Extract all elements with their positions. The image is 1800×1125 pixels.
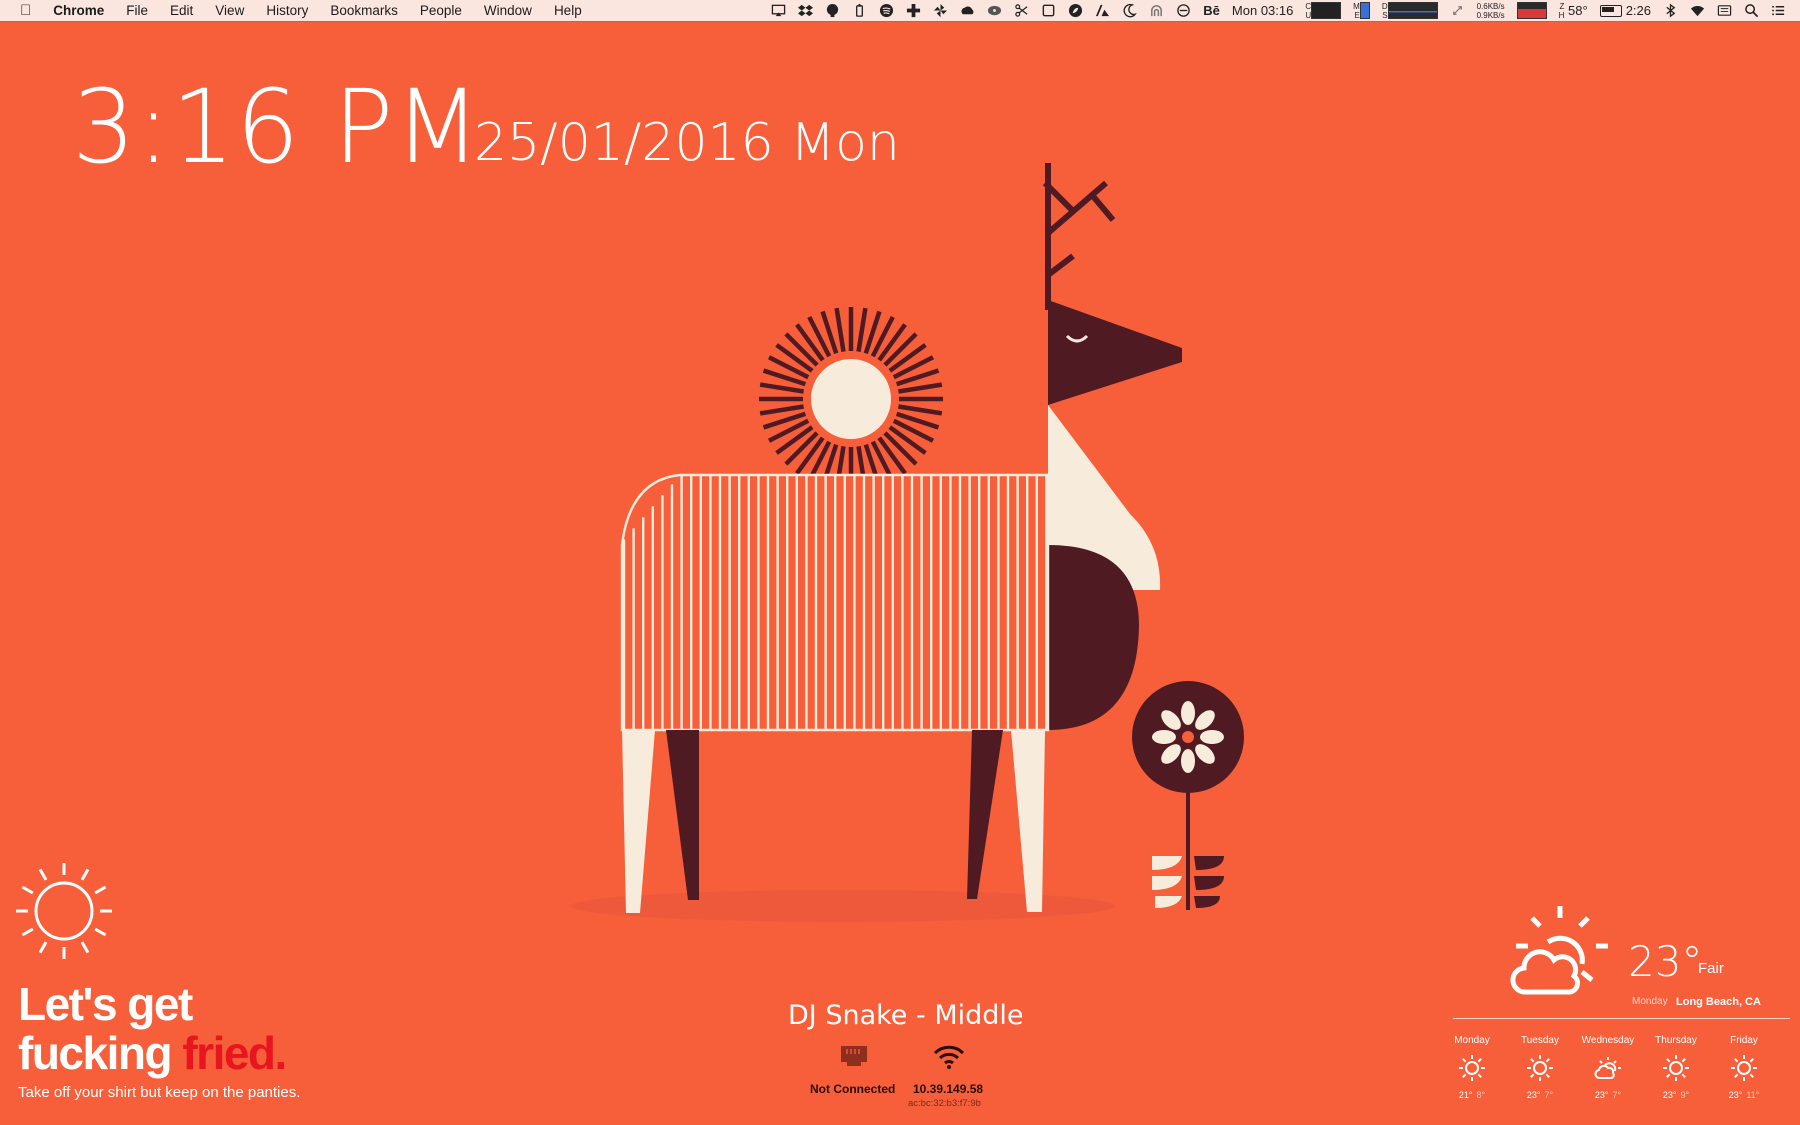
memory-graph-icon[interactable]: ME bbox=[1353, 2, 1370, 20]
disc-icon[interactable] bbox=[987, 3, 1002, 18]
pinwheel-icon[interactable] bbox=[933, 3, 948, 18]
deer-illustration bbox=[571, 163, 1244, 922]
spotify-icon[interactable] bbox=[879, 3, 894, 18]
menu-bar:  Chrome File Edit View History Bookmark… bbox=[0, 0, 1800, 21]
forecast-low: 8° bbox=[1476, 1090, 1486, 1100]
menu-history[interactable]: History bbox=[266, 3, 308, 18]
battery-icon bbox=[1599, 4, 1622, 17]
forecast-day: Friday 23° 11° bbox=[1710, 1035, 1778, 1100]
forecast-day: Tuesday 23° 7° bbox=[1506, 1035, 1574, 1100]
forecast-high: 21° bbox=[1458, 1090, 1473, 1100]
evernote-icon[interactable] bbox=[825, 3, 840, 18]
sun-icon bbox=[1663, 1055, 1689, 1081]
network-arrows-icon[interactable] bbox=[1450, 3, 1465, 18]
sun-icon bbox=[1731, 1055, 1757, 1081]
forecast-high: 23° bbox=[1594, 1090, 1609, 1100]
cloud-icon[interactable] bbox=[960, 3, 975, 18]
bluetooth-icon[interactable] bbox=[1663, 3, 1678, 18]
network-graph-icon[interactable] bbox=[1516, 2, 1547, 19]
partly-cloudy-icon bbox=[1594, 1057, 1621, 1079]
forecast-day-label: Friday bbox=[1730, 1035, 1758, 1046]
keyboard-icon[interactable] bbox=[1717, 3, 1732, 18]
quote-accent: fried. bbox=[182, 1027, 287, 1079]
crossplatform-icon[interactable] bbox=[906, 3, 921, 18]
notification-center-icon[interactable] bbox=[1771, 3, 1786, 18]
menu-window[interactable]: Window bbox=[484, 3, 532, 18]
menu-people[interactable]: People bbox=[420, 3, 462, 18]
sun-icon bbox=[1459, 1055, 1485, 1081]
weather-divider bbox=[1453, 1018, 1790, 1019]
airplay-icon[interactable] bbox=[771, 3, 786, 18]
alfred-icon[interactable] bbox=[852, 3, 867, 18]
app-menu[interactable]: Chrome bbox=[53, 3, 104, 18]
forecast-low: 9° bbox=[1680, 1090, 1690, 1100]
cpu-graph-icon[interactable]: CU bbox=[1305, 2, 1342, 20]
sun-icon bbox=[16, 863, 112, 959]
forecast-high: 23° bbox=[1728, 1090, 1743, 1100]
weather-condition: Fair bbox=[1698, 960, 1724, 977]
dropbox-icon[interactable] bbox=[798, 3, 814, 18]
apple-menu-icon[interactable]:  bbox=[20, 2, 31, 19]
now-playing-track[interactable]: DJ Snake - Middle bbox=[788, 1000, 1024, 1031]
wifi-status-icon[interactable] bbox=[1690, 3, 1705, 18]
menu-bookmarks[interactable]: Bookmarks bbox=[330, 3, 398, 18]
partly-cloudy-icon bbox=[1510, 906, 1608, 995]
quote-plain: fucking bbox=[18, 1027, 183, 1079]
moon-icon[interactable] bbox=[1122, 3, 1138, 18]
forecast-low: 11° bbox=[1746, 1090, 1760, 1100]
behance-icon[interactable]: Bē bbox=[1203, 3, 1220, 18]
forecast-temps: 23° 7° bbox=[1527, 1090, 1553, 1100]
forecast-day: Wednesday 23° 7° bbox=[1574, 1035, 1642, 1100]
scissors-icon[interactable] bbox=[1014, 3, 1029, 18]
ethernet-status: Not Connected bbox=[810, 1082, 896, 1096]
forecast-day-label: Thursday bbox=[1655, 1035, 1697, 1046]
weather-forecast: Monday 21° 8° Tuesday 23° 7° Wednesday 23°… bbox=[1438, 1035, 1798, 1100]
forecast-low: 7° bbox=[1544, 1090, 1554, 1100]
spotlight-search-icon[interactable] bbox=[1744, 3, 1759, 18]
forecast-temps: 21° 8° bbox=[1459, 1090, 1485, 1100]
quote-headline-line1: Let's get bbox=[18, 978, 193, 1030]
wifi-icon bbox=[933, 1045, 965, 1069]
forecast-day: Monday 21° 8° bbox=[1438, 1035, 1506, 1100]
box-icon[interactable] bbox=[1041, 3, 1056, 18]
lock-arc-icon[interactable] bbox=[1149, 3, 1164, 18]
deer-body-stripes bbox=[620, 473, 1050, 732]
forecast-day-label: Wednesday bbox=[1581, 1035, 1635, 1046]
forecast-temps: 23° 11° bbox=[1729, 1090, 1760, 1100]
menu-help[interactable]: Help bbox=[554, 3, 582, 18]
ethernet-icon bbox=[841, 1046, 867, 1066]
forecast-low: 7° bbox=[1612, 1090, 1622, 1100]
flower-illustration-icon bbox=[1132, 681, 1244, 910]
forecast-day-label: Tuesday bbox=[1521, 1035, 1559, 1046]
wifi-mac-address: ac:bc:32:b3:f7:9b bbox=[908, 1098, 981, 1109]
forecast-temps: 23° 7° bbox=[1595, 1090, 1621, 1100]
quote-headline-line2: fucking fried. bbox=[18, 1026, 287, 1080]
weather-day: Monday bbox=[1632, 996, 1668, 1007]
menubar-clock[interactable]: Mon 03:16 bbox=[1232, 3, 1293, 18]
weather-location: Long Beach, CA bbox=[1676, 996, 1761, 1008]
menu-edit[interactable]: Edit bbox=[170, 3, 193, 18]
sensor-temp[interactable]: ZH 58° bbox=[1559, 2, 1588, 20]
adobe-icon[interactable] bbox=[1095, 3, 1110, 18]
forecast-day-label: Monday bbox=[1454, 1035, 1490, 1046]
menu-view[interactable]: View bbox=[215, 3, 244, 18]
leaf-icon[interactable] bbox=[1068, 3, 1083, 18]
network-speed: 0.6KB/s 0.9KB/s bbox=[1476, 1, 1505, 20]
weather-current-temp: 23° bbox=[1628, 937, 1703, 986]
clock-time: 3:16 PM bbox=[72, 68, 482, 187]
forecast-high: 23° bbox=[1662, 1090, 1677, 1100]
menu-file[interactable]: File bbox=[126, 3, 148, 18]
forecast-high: 23° bbox=[1526, 1090, 1541, 1100]
circle-icon[interactable] bbox=[1176, 3, 1191, 18]
sun-icon bbox=[1527, 1055, 1553, 1081]
disk-graph-icon[interactable]: DS bbox=[1382, 2, 1438, 20]
battery-indicator[interactable]: 2:26 bbox=[1599, 3, 1651, 18]
forecast-day: Thursday 23° 9° bbox=[1642, 1035, 1710, 1100]
forecast-temps: 23° 9° bbox=[1663, 1090, 1689, 1100]
quote-subtitle: Take off your shirt but keep on the pant… bbox=[18, 1084, 301, 1101]
wifi-ip-address: 10.39.149.58 bbox=[913, 1082, 984, 1096]
